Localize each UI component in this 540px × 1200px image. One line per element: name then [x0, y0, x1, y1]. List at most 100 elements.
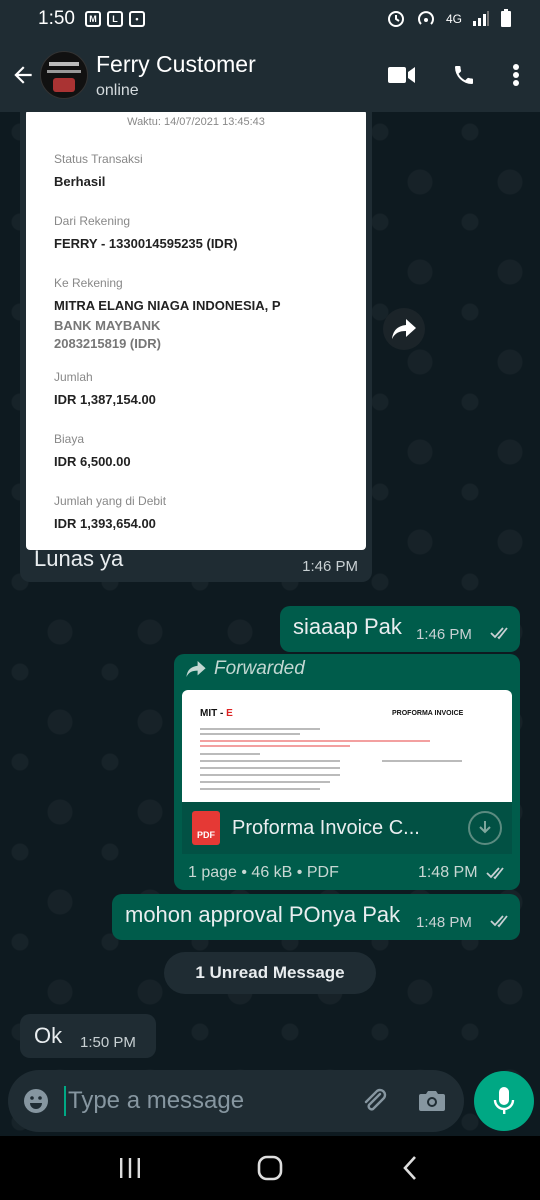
image-message[interactable]: Waktu: 14/07/2021 13:45:43 Status Transa…	[20, 112, 372, 582]
receipt-amount-value: IDR 1,387,154.00	[54, 392, 156, 407]
recents-icon	[120, 1158, 140, 1178]
preview-logo-suffix: E	[226, 708, 233, 719]
outgoing-message[interactable]: mohon approval POnya Pak 1:48 PM	[112, 894, 520, 940]
paperclip-icon	[364, 1088, 387, 1111]
network-type: 4G	[445, 12, 462, 26]
download-icon	[479, 821, 491, 834]
message-time: 1:48 PM	[416, 914, 472, 931]
receipt-from-value: FERRY - 1330014595235 (IDR)	[54, 236, 238, 251]
document-bar[interactable]: PDF Proforma Invoice C...	[182, 802, 512, 854]
document-message[interactable]: Forwarded MIT - E PROFORMA INVOICE PDF P…	[174, 654, 520, 890]
receipt-time: Waktu: 14/07/2021 13:45:43	[127, 116, 265, 128]
back-button[interactable]	[6, 55, 40, 95]
message-time: 1:46 PM	[302, 558, 358, 575]
chevron-left-icon	[403, 1156, 416, 1180]
double-check-icon	[490, 627, 508, 640]
preview-line	[200, 760, 340, 762]
message-time: 1:48 PM	[417, 864, 478, 881]
chat-area[interactable]: Waktu: 14/07/2021 13:45:43 Status Transa…	[0, 112, 540, 1136]
receipt-to-bank: BANK MAYBANK	[54, 318, 161, 333]
document-name: Proforma Invoice C...	[232, 816, 420, 839]
microphone-icon	[493, 1087, 515, 1114]
recents-button[interactable]	[100, 1143, 160, 1193]
battery-icon	[500, 8, 512, 30]
gmail-icon: M	[84, 11, 101, 27]
voice-message-button[interactable]	[474, 1071, 534, 1131]
home-button[interactable]	[240, 1143, 300, 1193]
hotspot-icon	[416, 8, 436, 31]
forwarded-icon	[186, 661, 206, 677]
home-icon	[257, 1155, 283, 1181]
download-button[interactable]	[468, 811, 502, 845]
input-bar: Type a message	[0, 1066, 540, 1136]
document-preview[interactable]: MIT - E PROFORMA INVOICE	[182, 690, 512, 802]
status-time: 1:50	[38, 8, 75, 29]
line-icon: L	[106, 11, 123, 27]
preview-line	[200, 753, 260, 755]
signal-icon	[472, 10, 490, 29]
preview-title: PROFORMA INVOICE	[392, 710, 464, 717]
alarm-icon	[386, 8, 406, 31]
menu-button[interactable]	[512, 63, 520, 87]
double-check-icon	[490, 915, 508, 928]
status-bar: 1:50 M L • 4G	[0, 0, 540, 38]
contact-info[interactable]: Ferry Customer online	[96, 51, 256, 100]
preview-line	[200, 774, 340, 776]
avatar[interactable]	[40, 51, 88, 99]
message-time: 1:50 PM	[80, 1034, 136, 1051]
receipt-image[interactable]: Waktu: 14/07/2021 13:45:43 Status Transa…	[26, 112, 366, 550]
notification-icons: M L •	[84, 11, 145, 27]
forwarded-label: Forwarded	[186, 658, 305, 680]
contact-name: Ferry Customer	[96, 50, 256, 77]
message-text: siaaap Pak	[293, 614, 402, 639]
receipt-status-value: Berhasil	[54, 174, 106, 189]
receipt-debit-label: Jumlah yang di Debit	[54, 494, 167, 508]
pdf-icon: PDF	[192, 811, 220, 845]
system-nav-bar	[0, 1136, 540, 1200]
back-nav-button[interactable]	[380, 1143, 440, 1193]
unread-divider: 1 Unread Message	[164, 952, 376, 994]
preview-line	[200, 767, 340, 769]
forward-button[interactable]	[383, 308, 425, 350]
forwarded-text: Forwarded	[214, 658, 305, 679]
emoji-button[interactable]	[22, 1087, 50, 1115]
outgoing-message[interactable]: siaaap Pak 1:46 PM	[280, 606, 520, 652]
preview-line	[200, 740, 430, 742]
app-notification-icon: •	[128, 11, 145, 27]
double-check-icon	[486, 867, 504, 880]
camera-button[interactable]	[418, 1089, 446, 1113]
preview-line	[200, 733, 300, 735]
receipt-fee-label: Biaya	[54, 432, 85, 446]
system-icons: 4G	[386, 8, 512, 31]
arrow-left-icon	[14, 66, 32, 84]
message-input-box[interactable]: Type a message	[8, 1070, 464, 1132]
receipt-amount-label: Jumlah	[54, 370, 93, 384]
message-input[interactable]: Type a message	[64, 1086, 244, 1116]
receipt-status-label: Status Transaksi	[54, 152, 143, 166]
document-meta: 1 page • 46 kB • PDF	[188, 864, 339, 881]
video-call-button[interactable]	[388, 65, 416, 85]
preview-line	[200, 781, 330, 783]
preview-line	[200, 788, 320, 790]
receipt-debit-value: IDR 1,393,654.00	[54, 516, 156, 531]
video-icon	[388, 67, 415, 83]
more-vert-icon	[513, 64, 519, 86]
attach-button[interactable]	[360, 1086, 390, 1116]
receipt-to-account: 2083215819 (IDR)	[54, 336, 161, 351]
contact-status: online	[96, 81, 139, 99]
forward-icon	[392, 319, 416, 339]
preview-line	[382, 760, 462, 762]
chat-header: Ferry Customer online	[0, 38, 540, 112]
emoji-icon	[24, 1089, 48, 1113]
receipt-to-label: Ke Rekening	[54, 276, 123, 290]
document-time-row: 1:48 PM	[418, 864, 508, 882]
voice-call-button[interactable]	[452, 63, 476, 87]
preview-logo-prefix: MIT -	[200, 708, 227, 719]
phone-icon	[455, 66, 473, 84]
message-time: 1:46 PM	[416, 626, 472, 643]
receipt-from-label: Dari Rekening	[54, 214, 131, 228]
preview-line	[200, 728, 320, 730]
message-text: Ok	[34, 1023, 63, 1048]
incoming-message[interactable]: Ok 1:50 PM	[20, 1014, 156, 1058]
preview-line	[200, 745, 350, 747]
